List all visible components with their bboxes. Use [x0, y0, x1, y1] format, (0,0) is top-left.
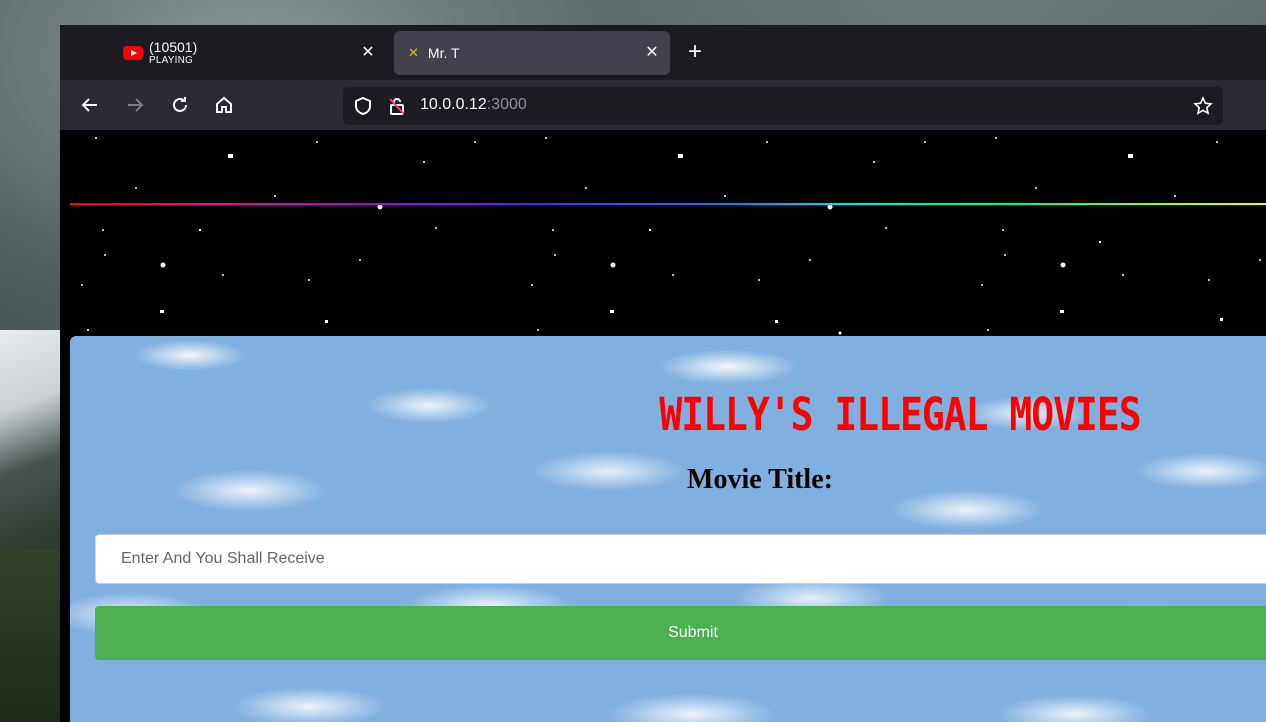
- close-icon[interactable]: ✕: [642, 43, 662, 63]
- tab-title: Mr. T: [427, 45, 460, 61]
- url-text[interactable]: 10.0.0.12:3000: [420, 96, 527, 114]
- close-icon[interactable]: ✕: [358, 43, 378, 63]
- tab-playing-label: PLAYING: [149, 55, 194, 67]
- shield-icon[interactable]: [353, 96, 373, 116]
- starfield: [81, 137, 1261, 335]
- site-title: WILLY'S ILLEGAL MOVIES: [659, 388, 1141, 441]
- x-mark-icon: ✕: [408, 45, 419, 60]
- tab-title: (10501): [149, 39, 198, 56]
- browser-window: (10501) PLAYING ✕ ✕ Mr. T ✕ + 10.0.0.12:…: [60, 25, 1266, 722]
- tab-youtube[interactable]: (10501) PLAYING ✕: [110, 31, 386, 75]
- insecure-lock-icon[interactable]: [387, 96, 407, 116]
- home-icon[interactable]: [209, 90, 239, 120]
- submit-label: Submit: [668, 624, 718, 641]
- forward-arrow-icon[interactable]: [120, 90, 150, 120]
- rainbow-line: [70, 203, 1266, 205]
- page-content: WILLY'S ILLEGAL MOVIES Movie Title: Subm…: [60, 130, 1266, 722]
- movie-title-input[interactable]: [95, 534, 1266, 584]
- movie-title-label: Movie Title:: [687, 464, 833, 495]
- url-host: 10.0.0.12: [420, 96, 487, 113]
- reload-icon[interactable]: [165, 90, 195, 120]
- tab-bar: (10501) PLAYING ✕ ✕ Mr. T ✕ +: [60, 25, 1266, 80]
- submit-button[interactable]: Submit: [95, 606, 1266, 660]
- tab-mr-t[interactable]: ✕ Mr. T ✕: [394, 31, 670, 75]
- back-arrow-icon[interactable]: [75, 90, 105, 120]
- cloud-panel: WILLY'S ILLEGAL MOVIES Movie Title: Subm…: [70, 336, 1266, 722]
- youtube-icon: [123, 46, 143, 60]
- navigation-bar: 10.0.0.12:3000: [60, 80, 1266, 130]
- url-bar[interactable]: 10.0.0.12:3000: [343, 87, 1223, 125]
- tab-youtube-text: (10501) PLAYING: [149, 39, 197, 67]
- url-port: :3000: [486, 96, 527, 113]
- plus-icon[interactable]: +: [688, 39, 702, 65]
- star-icon[interactable]: [1193, 96, 1213, 116]
